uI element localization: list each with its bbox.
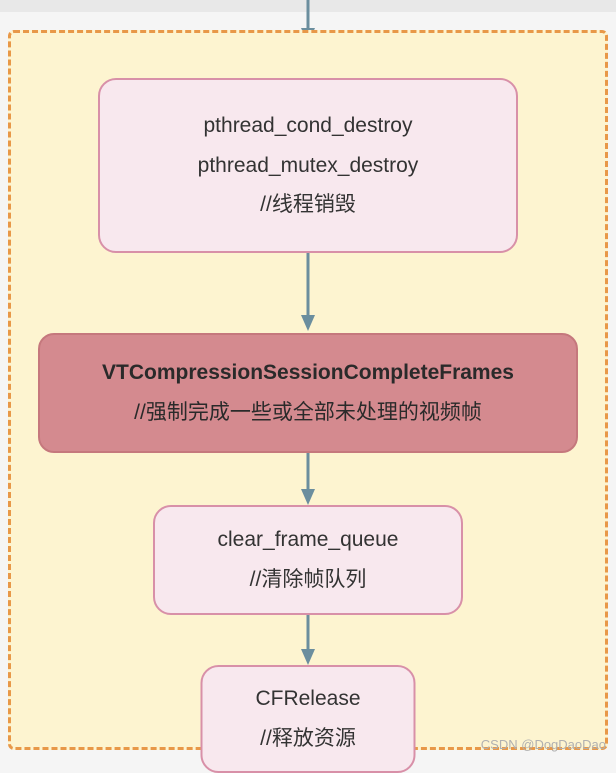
watermark: CSDN @DogDaoDao xyxy=(481,737,606,752)
node-title: VTCompressionSessionCompleteFrames xyxy=(102,353,514,393)
node-title: clear_frame_queue xyxy=(218,520,399,560)
arrow-icon xyxy=(293,453,323,505)
node-comment: //线程销毁 xyxy=(260,185,356,225)
node-comment: //清除帧队列 xyxy=(250,560,367,600)
node-comment: //强制完成一些或全部未处理的视频帧 xyxy=(134,393,482,433)
node-line: pthread_cond_destroy xyxy=(204,106,413,146)
node-clear-queue: clear_frame_queue //清除帧队列 xyxy=(153,505,463,615)
node-thread-destroy: pthread_cond_destroy pthread_mutex_destr… xyxy=(98,78,518,253)
node-complete-frames: VTCompressionSessionCompleteFrames //强制完… xyxy=(38,333,578,453)
flow-container: pthread_cond_destroy pthread_mutex_destr… xyxy=(8,30,608,750)
node-comment: //释放资源 xyxy=(260,719,356,759)
node-title: CFRelease xyxy=(255,679,360,719)
node-cfrelease: CFRelease //释放资源 xyxy=(201,665,416,773)
top-bar xyxy=(0,0,616,12)
arrow-icon xyxy=(293,615,323,665)
node-line: pthread_mutex_destroy xyxy=(198,146,419,186)
arrow-icon xyxy=(293,253,323,333)
